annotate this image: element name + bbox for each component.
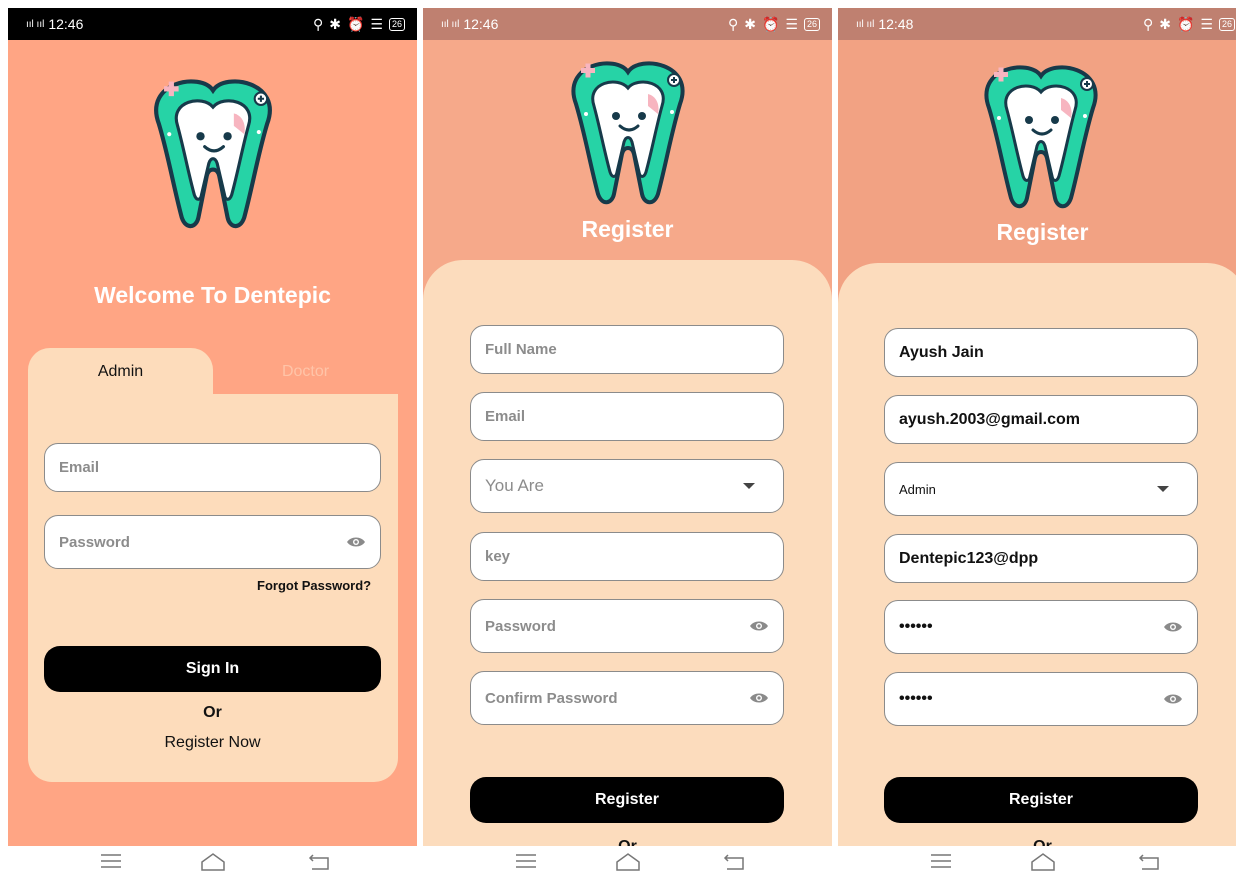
signal-icon: ııl ııl	[441, 18, 460, 30]
confirm-password-input[interactable]: Confirm Password	[470, 671, 784, 725]
or-label: Or	[423, 838, 832, 846]
chevron-down-icon	[743, 483, 755, 489]
alarm-icon: ⏰	[346, 15, 365, 32]
role-value: Admin	[899, 481, 936, 497]
bluetooth-icon: ✱	[329, 15, 341, 32]
password-placeholder: Password	[485, 617, 556, 635]
eye-icon[interactable]	[1163, 620, 1183, 634]
system-nav-bar	[8, 846, 417, 878]
register-button[interactable]: Register	[884, 777, 1198, 823]
role-placeholder: You Are	[485, 476, 544, 495]
tooth-logo-icon	[138, 70, 288, 240]
email-input[interactable]: ayush.2003@gmail.com	[884, 395, 1198, 444]
tooth-logo-icon	[984, 65, 1098, 209]
sign-in-button[interactable]: Sign In	[44, 646, 381, 692]
eye-icon[interactable]	[749, 619, 769, 633]
register-title: Register	[581, 216, 674, 242]
key-value: Dentepic123@dpp	[899, 549, 1039, 567]
clock: 12:46	[463, 16, 499, 32]
battery-icon: 26	[803, 17, 820, 31]
signal-icon: ııl ııl	[856, 18, 875, 30]
forgot-password-link[interactable]: Forgot Password?	[257, 578, 371, 593]
bluetooth-icon: ✱	[744, 15, 756, 32]
role-select[interactable]: Admin	[884, 462, 1198, 516]
full-name-placeholder: Full Name	[485, 341, 557, 358]
alarm-icon: ⏰	[1176, 15, 1195, 32]
home-icon[interactable]	[200, 852, 226, 872]
wifi-icon: ☰	[785, 15, 798, 32]
password-input[interactable]: Password	[470, 599, 784, 653]
welcome-title: Welcome To Dentepic	[94, 282, 331, 308]
register-screen-empty: ııl ııl 12:46 ⚲ ✱ ⏰ ☰ 26 Register Full N…	[423, 8, 832, 846]
register-now-link[interactable]: Register Now	[8, 734, 417, 752]
confirm-password-placeholder: Confirm Password	[485, 689, 618, 707]
home-icon[interactable]	[1030, 852, 1056, 872]
role-select[interactable]: You Are	[470, 459, 784, 513]
password-value: ••••••	[899, 618, 933, 635]
clock: 12:46	[48, 16, 84, 32]
confirm-password-input[interactable]: ••••••	[884, 672, 1198, 726]
menu-icon[interactable]	[930, 852, 952, 870]
menu-icon[interactable]	[100, 852, 122, 870]
eye-icon[interactable]	[749, 691, 769, 705]
eye-icon[interactable]	[346, 535, 366, 549]
full-name-input[interactable]: Full Name	[470, 325, 784, 374]
status-bar: ııl ııl 12:46 ⚲ ✱ ⏰ ☰ 26	[423, 8, 832, 40]
login-screen: ııl ııl 12:46 ⚲ ✱ ⏰ ☰ 26 Welcome To Dent…	[8, 8, 417, 846]
key-input[interactable]: Dentepic123@dpp	[884, 534, 1198, 583]
status-bar: ııl ııl 12:48 ⚲ ✱ ⏰ ☰ 26	[838, 8, 1236, 40]
or-label: Or	[203, 704, 222, 721]
wifi-icon: ☰	[1200, 15, 1213, 32]
key-input[interactable]: key	[470, 532, 784, 581]
register-button[interactable]: Register	[470, 777, 784, 823]
location-icon: ⚲	[312, 15, 324, 32]
email-placeholder: Email	[485, 408, 526, 425]
signal-icon: ııl ııl	[26, 18, 45, 30]
password-placeholder: Password	[59, 533, 130, 551]
email-value: ayush.2003@gmail.com	[899, 410, 1081, 428]
clock: 12:48	[878, 16, 914, 32]
battery-icon: 26	[1218, 17, 1235, 31]
email-input[interactable]: Email	[44, 443, 381, 492]
menu-icon[interactable]	[515, 852, 537, 870]
email-placeholder: Email	[59, 459, 100, 476]
back-icon[interactable]	[723, 852, 745, 872]
register-screen-filled: ııl ııl 12:48 ⚲ ✱ ⏰ ☰ 26 Register Ayush …	[838, 8, 1236, 846]
confirm-password-value: ••••••	[899, 690, 933, 707]
battery-icon: 26	[388, 17, 405, 31]
password-input[interactable]: ••••••	[884, 600, 1198, 654]
home-icon[interactable]	[615, 852, 641, 872]
or-label: Or	[838, 838, 1236, 846]
bluetooth-icon: ✱	[1159, 15, 1171, 32]
full-name-value: Ayush Jain	[899, 343, 984, 361]
system-nav-bar	[423, 846, 832, 878]
status-bar: ııl ııl 12:46 ⚲ ✱ ⏰ ☰ 26	[8, 8, 417, 40]
location-icon: ⚲	[1142, 15, 1154, 32]
location-icon: ⚲	[727, 15, 739, 32]
email-input[interactable]: Email	[470, 392, 784, 441]
alarm-icon: ⏰	[761, 15, 780, 32]
register-title: Register	[996, 219, 1089, 245]
system-nav-bar	[838, 846, 1236, 878]
eye-icon[interactable]	[1163, 692, 1183, 706]
back-icon[interactable]	[1138, 852, 1160, 872]
chevron-down-icon	[1157, 486, 1169, 492]
back-icon[interactable]	[308, 852, 330, 872]
tab-doctor[interactable]: Doctor	[213, 348, 398, 396]
password-input[interactable]: Password	[44, 515, 381, 569]
wifi-icon: ☰	[370, 15, 383, 32]
full-name-input[interactable]: Ayush Jain	[884, 328, 1198, 377]
tooth-logo-icon	[571, 61, 685, 205]
key-placeholder: key	[485, 548, 511, 565]
